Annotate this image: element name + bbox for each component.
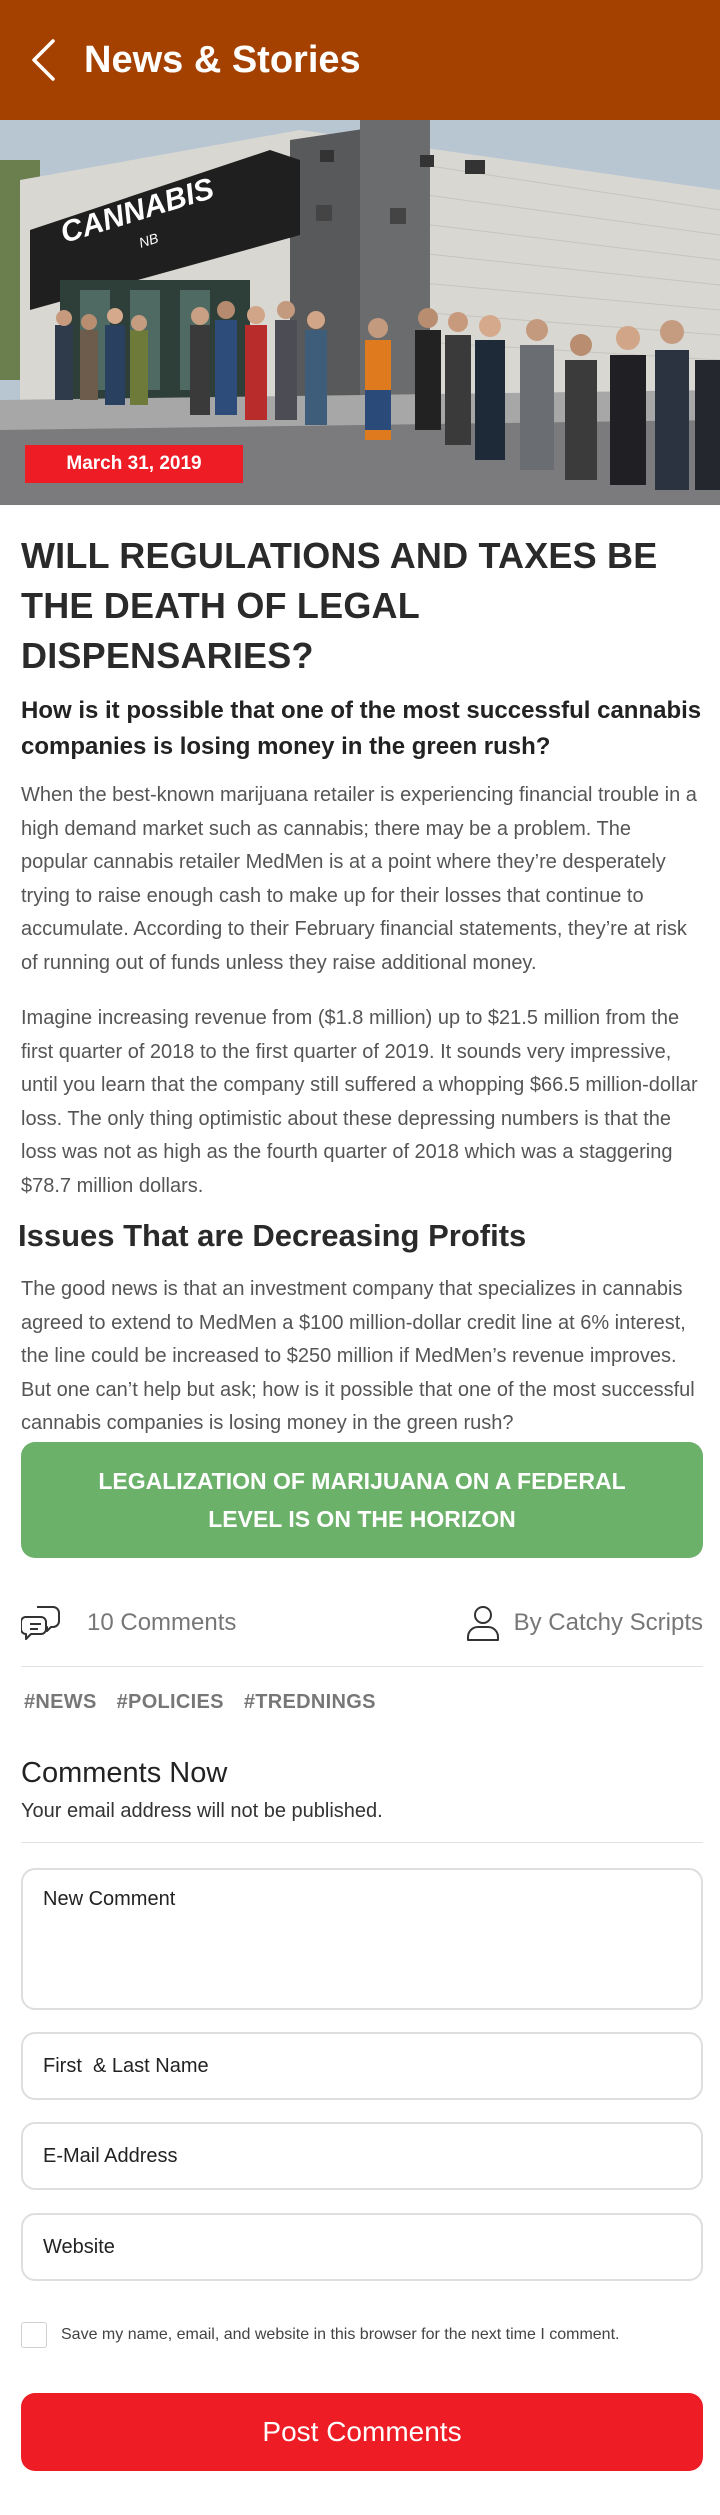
tag-policies[interactable]: #POLICIES — [117, 1691, 224, 1714]
comments-count-link[interactable]: 10 Comments — [21, 1603, 236, 1643]
tag-news[interactable]: #NEWS — [24, 1691, 97, 1714]
author-name: By Catchy Scripts — [513, 1609, 703, 1636]
name-field[interactable] — [21, 2032, 703, 2100]
divider — [21, 1666, 703, 1667]
article-paragraph: When the best-known marijuana retailer i… — [21, 784, 697, 974]
article-paragraph: Imagine increasing revenue from ($1.8 mi… — [21, 1007, 698, 1197]
back-button[interactable] — [26, 36, 60, 84]
comments-count: 10 Comments — [87, 1609, 237, 1636]
article-meta: 10 Comments By Catchy Scripts — [21, 1598, 703, 1648]
divider — [21, 1842, 703, 1843]
tag-list: #NEWS #POLICIES #TREDNINGS — [24, 1691, 376, 1714]
post-comments-button[interactable]: Post Comments — [21, 2393, 703, 2471]
section-paragraph: The good news is that an investment comp… — [21, 1278, 695, 1434]
comments-note: Your email address will not be published… — [21, 1800, 383, 1822]
save-info-row: Save my name, email, and website in this… — [21, 2322, 619, 2348]
website-field[interactable] — [21, 2213, 703, 2281]
save-info-label: Save my name, email, and website in this… — [61, 2326, 620, 2343]
user-icon — [466, 1606, 499, 1641]
new-comment-field[interactable] — [21, 1868, 703, 2010]
author-link[interactable]: By Catchy Scripts — [466, 1604, 703, 1642]
article-subheadline: How is it possible that one of the most … — [21, 697, 702, 760]
tag-trending[interactable]: #TREDNINGS — [244, 1691, 376, 1714]
article-body: WILL REGULATIONS AND TAXES BE THE DEATH … — [18, 505, 703, 1441]
comments-title: Comments Now — [21, 1757, 228, 1789]
save-info-checkbox[interactable] — [21, 2322, 47, 2348]
chevron-left-icon — [32, 39, 55, 81]
chat-bubbles-icon — [21, 1606, 60, 1640]
federal-legalization-banner[interactable]: LEGALIZATION OF MARIJUANA ON A FEDERAL L… — [21, 1442, 703, 1558]
email-field[interactable] — [21, 2122, 703, 2190]
app-bar: News & Stories — [0, 0, 720, 120]
article-headline: WILL REGULATIONS AND TAXES BE THE DEATH … — [21, 535, 658, 676]
page-title: News & Stories — [84, 39, 361, 81]
section-title: Issues That are Decreasing Profits — [18, 1218, 527, 1253]
date-badge: March 31, 2019 — [25, 445, 243, 483]
